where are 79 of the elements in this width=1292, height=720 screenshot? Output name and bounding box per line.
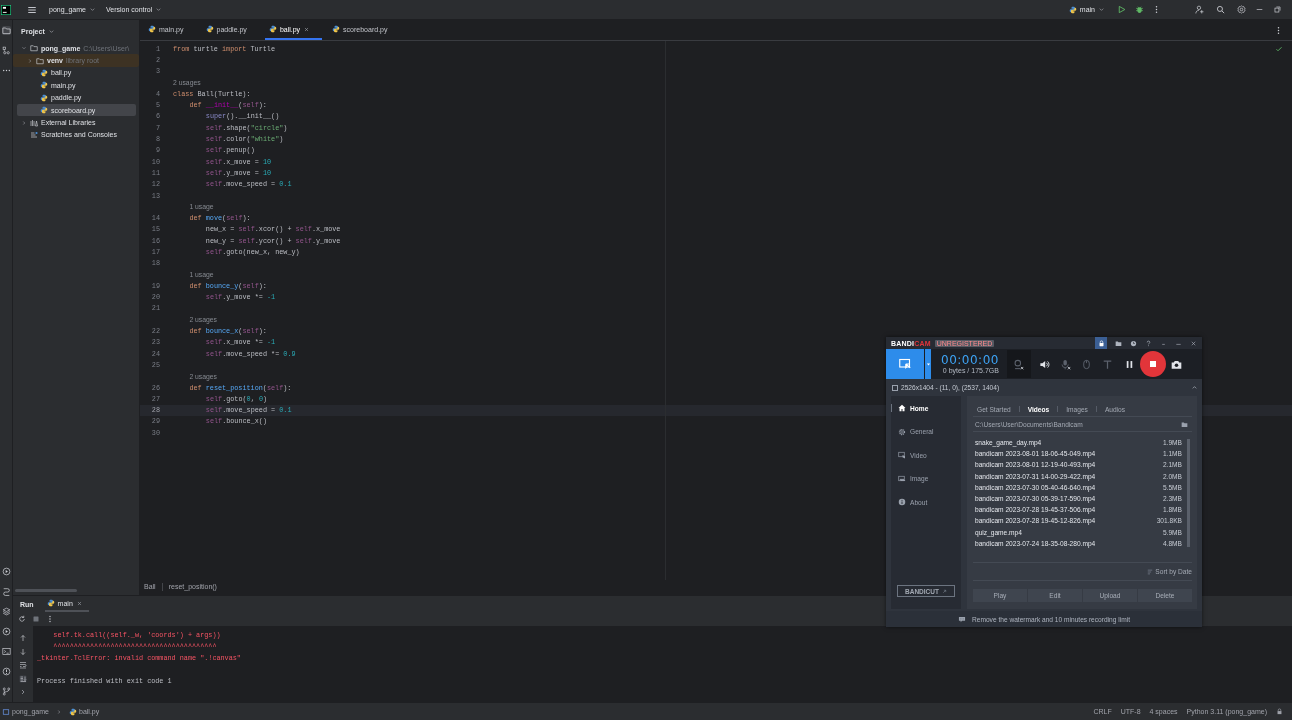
python-icon [1068, 5, 1077, 14]
home-icon [898, 404, 906, 412]
close-icon[interactable] [1190, 339, 1197, 347]
folder-icon[interactable] [1181, 420, 1188, 428]
rerun-icon[interactable] [18, 615, 26, 623]
screen-select-icon [898, 358, 912, 370]
collapse-icon[interactable] [1191, 384, 1198, 391]
mic-icon [1060, 358, 1072, 370]
python-icon [148, 25, 156, 33]
screen-mode-button[interactable] [886, 349, 924, 379]
close-icon[interactable] [75, 599, 83, 607]
video-icon [898, 451, 906, 459]
run-icon[interactable] [1, 567, 11, 576]
python-icon [268, 25, 277, 33]
bug-icon[interactable] [1135, 5, 1144, 14]
check-icon [1275, 45, 1283, 53]
scrollbar[interactable] [1187, 439, 1190, 547]
chevron-right-icon [56, 708, 62, 715]
chevron-down-icon [89, 6, 96, 13]
lock-icon[interactable] [1276, 708, 1283, 715]
close-icon[interactable] [303, 25, 311, 33]
app-logo-icon[interactable] [1, 4, 11, 15]
checkbox[interactable] [892, 384, 898, 391]
mouse-icon [1081, 358, 1093, 370]
caret-icon [925, 361, 931, 367]
python-icon [332, 25, 341, 33]
python-icon [205, 25, 214, 33]
image-icon [898, 474, 906, 483]
python-icon [69, 707, 77, 716]
problems-icon[interactable] [1, 667, 11, 676]
down-arrow-icon[interactable] [19, 647, 27, 656]
more-icon[interactable] [46, 615, 54, 623]
speaker-icon [1039, 358, 1051, 370]
run-icon[interactable] [1117, 5, 1126, 14]
sort-icon [1147, 568, 1154, 575]
git-icon[interactable] [1, 687, 11, 696]
wrap-icon[interactable] [19, 661, 27, 669]
terminal-icon[interactable] [1, 647, 11, 656]
info-icon [898, 498, 906, 506]
timer: 00:00:00 [941, 354, 999, 367]
lock-button[interactable] [1095, 337, 1107, 349]
text-icon [1102, 358, 1114, 370]
python-icon [40, 93, 48, 102]
scroll-end-icon[interactable] [19, 674, 27, 683]
external-link-icon [941, 588, 947, 594]
add-user-icon[interactable] [1195, 5, 1204, 14]
folder-icon[interactable] [1, 26, 11, 35]
up-arrow-icon[interactable] [19, 634, 27, 642]
stop-icon[interactable] [32, 615, 40, 623]
stop-icon [1148, 360, 1157, 368]
python-icon [40, 106, 48, 115]
clock-icon[interactable] [1130, 339, 1137, 347]
settings-icon[interactable] [1237, 5, 1246, 14]
chat-icon [958, 615, 966, 623]
python-icon [40, 68, 48, 77]
scrollbar[interactable] [15, 589, 77, 592]
folder-icon[interactable] [1115, 339, 1122, 347]
chevron-down-icon [1098, 6, 1105, 13]
library-icon [30, 118, 38, 127]
webcam-icon [1013, 358, 1025, 370]
lock-icon [1097, 339, 1105, 347]
menu-icon[interactable] [27, 4, 37, 15]
webcam-toggle[interactable] [1006, 350, 1031, 378]
restore-icon[interactable] [1273, 5, 1282, 14]
python-icon [46, 599, 55, 607]
help-icon[interactable] [1145, 339, 1152, 347]
search-icon[interactable] [1216, 5, 1225, 14]
layers-icon[interactable] [1, 607, 11, 616]
run-icon[interactable] [1, 627, 11, 636]
console-icon[interactable] [1, 587, 11, 596]
chevron-right-icon[interactable] [19, 688, 27, 696]
chevron-down-icon [155, 6, 163, 13]
gear-icon [898, 427, 906, 436]
structure-icon[interactable] [1, 46, 11, 55]
chevron-down-icon [47, 27, 55, 35]
scratch-icon [30, 130, 38, 139]
python-icon [40, 81, 48, 90]
camera-icon[interactable] [1170, 358, 1182, 370]
stop-record-button[interactable] [1139, 351, 1166, 377]
